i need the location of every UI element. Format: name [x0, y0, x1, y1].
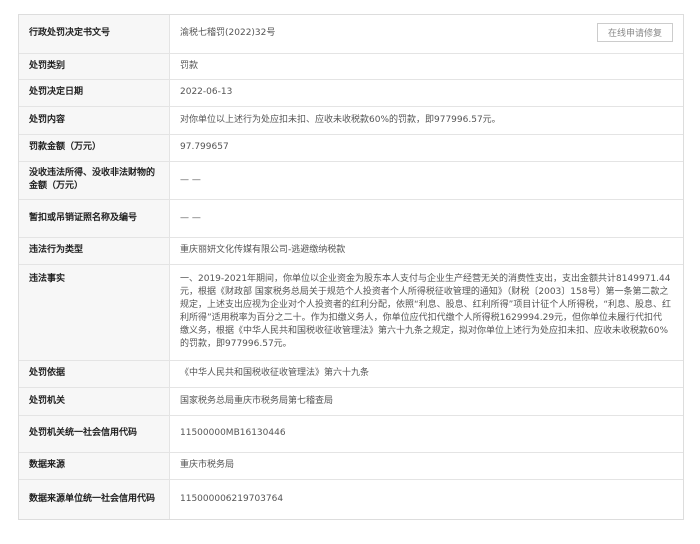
- row-value: 11500000MB16130446: [169, 415, 683, 453]
- row-label: 处罚机关: [19, 387, 170, 416]
- table-row: 数据来源 重庆市税务局: [19, 452, 683, 480]
- row-label: 处罚决定日期: [19, 79, 170, 107]
- apply-repair-button[interactable]: 在线申请修复: [596, 23, 673, 42]
- table-row: 违法事实 一、2019-2021年期间，你单位以企业资金为股东本人支付与企业生产…: [19, 264, 683, 361]
- row-value: 罚款: [169, 53, 683, 80]
- row-label: 行政处罚决定书文号: [19, 15, 170, 54]
- table-row: 处罚机关统一社会信用代码 11500000MB16130446: [19, 415, 683, 453]
- row-label: 处罚依据: [19, 360, 170, 388]
- row-value: 对你单位以上述行为处应扣未扣、应收未收税款60%的罚款，即977996.57元。: [169, 106, 683, 135]
- row-value: 2022-06-13: [169, 79, 683, 107]
- table-row: 处罚机关 国家税务总局重庆市税务局第七稽查局: [19, 387, 683, 416]
- row-value: 115000006219703764: [180, 493, 284, 504]
- row-value: — —: [169, 161, 683, 200]
- table-row: 处罚决定日期 2022-06-13: [19, 79, 683, 107]
- table-row: 处罚依据 《中华人民共和国税收征收管理法》第六十九条: [19, 360, 683, 388]
- row-label: 违法行为类型: [19, 237, 170, 265]
- row-value: 重庆丽妍文化传媒有限公司-逃避缴纳税款: [169, 237, 683, 265]
- row-label: 处罚机关统一社会信用代码: [19, 415, 170, 453]
- table-row: 行政处罚决定书文号 渝税七稽罚(2022)32号 在线申请修复: [19, 15, 683, 54]
- table-row: 暂扣或吊销证照名称及编号 — —: [19, 199, 683, 238]
- table-row: 违法行为类型 重庆丽妍文化传媒有限公司-逃避缴纳税款: [19, 237, 683, 265]
- table-row: 罚款金额（万元） 97.799657: [19, 134, 683, 162]
- row-value: 97.799657: [169, 134, 683, 162]
- penalty-detail-panel: 行政处罚决定书文号 渝税七稽罚(2022)32号 在线申请修复 处罚类别 罚款 …: [18, 14, 684, 520]
- row-label: 暂扣或吊销证照名称及编号: [19, 199, 170, 238]
- table-row: 数据来源单位统一社会信用代码 115000006219703764: [19, 479, 683, 519]
- table-row: 没收违法所得、没收非法财物的金额（万元） — —: [19, 161, 683, 200]
- row-value: 《中华人民共和国税收征收管理法》第六十九条: [169, 360, 683, 388]
- row-value: 一、2019-2021年期间，你单位以企业资金为股东本人支付与企业生产经营无关的…: [169, 264, 683, 361]
- row-label: 数据来源单位统一社会信用代码: [19, 479, 170, 519]
- penalty-detail-table: 行政处罚决定书文号 渝税七稽罚(2022)32号 在线申请修复 处罚类别 罚款 …: [19, 15, 683, 519]
- row-value: 渝税七稽罚(2022)32号: [180, 28, 276, 39]
- row-value: — —: [169, 199, 683, 238]
- row-label: 没收违法所得、没收非法财物的金额（万元）: [19, 161, 170, 200]
- row-value: 重庆市税务局: [169, 452, 683, 480]
- row-label: 数据来源: [19, 452, 170, 480]
- row-value-cell: 渝税七稽罚(2022)32号 在线申请修复: [169, 15, 683, 54]
- row-label: 处罚类别: [19, 53, 170, 80]
- row-label: 违法事实: [19, 264, 170, 361]
- row-label: 处罚内容: [19, 106, 170, 135]
- row-label: 罚款金额（万元）: [19, 134, 170, 162]
- row-value: 国家税务总局重庆市税务局第七稽查局: [169, 387, 683, 416]
- table-row: 处罚内容 对你单位以上述行为处应扣未扣、应收未收税款60%的罚款，即977996…: [19, 106, 683, 135]
- table-row: 处罚类别 罚款: [19, 53, 683, 80]
